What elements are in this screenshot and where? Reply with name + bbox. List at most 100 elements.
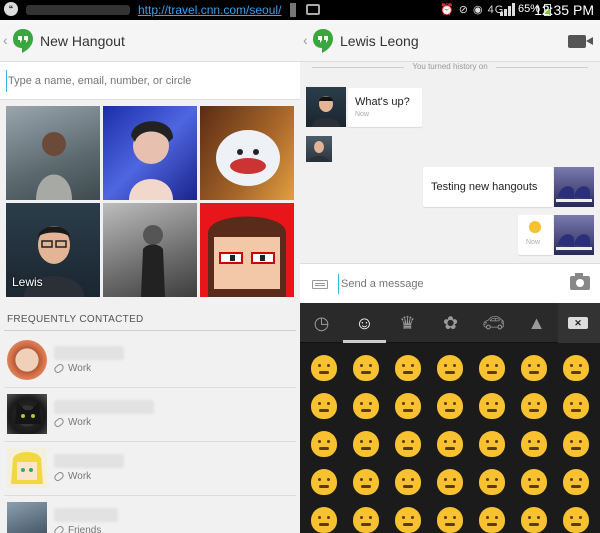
emoji-key[interactable]: [521, 431, 547, 457]
contact-search-input[interactable]: [6, 70, 294, 92]
emoji-key[interactable]: [353, 393, 379, 419]
emoji-key[interactable]: [437, 431, 463, 457]
emoji-key[interactable]: [563, 393, 589, 419]
my-avatar[interactable]: [554, 167, 594, 207]
page-title: New Hangout: [40, 33, 125, 49]
emoji-key[interactable]: [437, 507, 463, 533]
notification-url[interactable]: http://travel.cnn.com/seoul/: [138, 3, 281, 17]
emoji-key[interactable]: [479, 469, 505, 495]
emoji-key[interactable]: [311, 355, 337, 381]
conversation-screen: ⏰ ⊘ ◉ 4G 65% 12:35 PM ‹ Lewis Leong You …: [300, 0, 600, 533]
emoji-key[interactable]: [311, 393, 337, 419]
emoji-key[interactable]: [521, 355, 547, 381]
emoji-key[interactable]: [395, 431, 421, 457]
emoji-key[interactable]: [563, 355, 589, 381]
list-item[interactable]: Work: [4, 442, 296, 496]
contact-photo-tile[interactable]: [103, 203, 197, 297]
avatar: [7, 394, 47, 434]
emoji-key[interactable]: [521, 469, 547, 495]
list-item[interactable]: Work: [4, 334, 296, 388]
grimace-emoji-icon: [529, 221, 541, 233]
emoji-key[interactable]: [479, 507, 505, 533]
emoji-key[interactable]: [437, 393, 463, 419]
shoes-photo: [556, 186, 592, 202]
person-photo: [141, 225, 165, 297]
triangle-icon[interactable]: ▲: [515, 303, 558, 343]
backspace-button[interactable]: ✕: [558, 303, 600, 343]
read-receipt-avatar: [306, 136, 332, 162]
video-call-icon[interactable]: [568, 35, 593, 48]
back-chevron-icon[interactable]: ‹: [3, 32, 8, 48]
emoji-key[interactable]: [479, 431, 505, 457]
emoji-key[interactable]: [395, 355, 421, 381]
message-time: Now: [355, 111, 370, 118]
avatar: [7, 340, 47, 380]
car-icon[interactable]: 🚗︎: [472, 303, 515, 343]
contact-photo-tile[interactable]: [200, 106, 294, 200]
back-chevron-icon[interactable]: ‹: [303, 32, 308, 48]
contact-circle: Work: [52, 470, 91, 483]
avatar: [7, 502, 47, 533]
emoji-key[interactable]: [563, 507, 589, 533]
contact-circle: Work: [52, 416, 91, 429]
emoji-key[interactable]: [479, 355, 505, 381]
circle-label: Friends: [68, 525, 102, 533]
recent-icon[interactable]: ◷: [300, 303, 343, 343]
emoji-key[interactable]: [479, 393, 505, 419]
history-status: You turned history on: [300, 62, 600, 71]
contact-photo-tile[interactable]: [103, 106, 197, 200]
blurred-contact-name: [54, 508, 118, 522]
link-icon: [52, 416, 66, 429]
emoji-key[interactable]: [521, 507, 547, 533]
message-text: What's up?: [355, 96, 410, 108]
hangouts-logo-icon[interactable]: [312, 28, 334, 54]
clock: 12:35 PM: [534, 2, 594, 18]
hangouts-logo-icon[interactable]: [12, 28, 34, 54]
emoji-grid: [300, 347, 600, 533]
emoji-key[interactable]: [563, 469, 589, 495]
sender-avatar[interactable]: [306, 87, 346, 127]
emoji-key[interactable]: [311, 507, 337, 533]
emoji-key[interactable]: [395, 393, 421, 419]
emoji-key[interactable]: [311, 469, 337, 495]
list-item[interactable]: Friends: [4, 496, 296, 533]
tile-label: Lewis: [12, 275, 43, 289]
crown-icon[interactable]: ♛: [386, 303, 429, 343]
message-text: Testing new hangouts: [431, 181, 538, 193]
emoji-key[interactable]: [437, 469, 463, 495]
emoji-key[interactable]: [563, 431, 589, 457]
emoji-keyboard: ◷ ☺ ♛ ✿ 🚗︎ ▲ ✕: [300, 303, 600, 533]
message-bubble[interactable]: What's up? Now: [348, 88, 422, 127]
emoji-key[interactable]: [353, 469, 379, 495]
emoji-key[interactable]: [353, 507, 379, 533]
emoji-key[interactable]: [521, 393, 547, 419]
contact-circle: Friends: [52, 524, 102, 533]
message-bubble[interactable]: Now: [518, 215, 553, 255]
contact-photo-tile[interactable]: [200, 203, 294, 297]
backspace-icon: ✕: [568, 317, 588, 329]
conversation-title: Lewis Leong: [340, 33, 419, 49]
camera-icon[interactable]: [570, 273, 590, 290]
flower-icon[interactable]: ✿: [429, 303, 472, 343]
message-input[interactable]: [338, 274, 558, 294]
blurred-contact-name: [54, 454, 124, 468]
link-icon: [52, 470, 66, 483]
message-bubble[interactable]: Testing new hangouts: [423, 167, 553, 207]
smiley-icon[interactable]: ☺: [343, 303, 386, 343]
emoji-key[interactable]: [353, 431, 379, 457]
search-bar: [0, 62, 300, 100]
emoji-key[interactable]: [311, 431, 337, 457]
emoji-key[interactable]: [353, 355, 379, 381]
status-bar: ⏰ ⊘ ◉ 4G 65% 12:35 PM: [300, 0, 600, 20]
emoji-key[interactable]: [395, 507, 421, 533]
status-icons: ⏰ ⊘ ◉ 4G: [440, 4, 505, 16]
contact-photo-tile[interactable]: [6, 106, 100, 200]
emoji-key[interactable]: [437, 355, 463, 381]
emoji-key[interactable]: [395, 469, 421, 495]
frequently-contacted-heading: FREQUENTLY CONTACTED: [7, 314, 144, 325]
list-item[interactable]: Work: [4, 388, 296, 442]
link-icon: [52, 524, 66, 533]
contact-photo-tile[interactable]: Lewis: [6, 203, 100, 297]
keyboard-icon[interactable]: [312, 280, 328, 289]
my-avatar[interactable]: [554, 215, 594, 255]
